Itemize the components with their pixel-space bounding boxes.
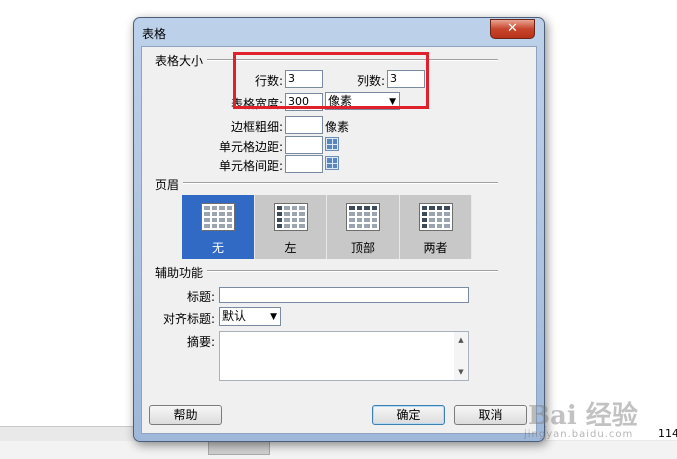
header-option-label: 顶部 (350, 241, 375, 255)
table-top-header-icon (346, 203, 380, 231)
cancel-button[interactable]: 取消 (454, 405, 527, 425)
background-tab[interactable] (208, 441, 270, 455)
close-button[interactable]: ✕ (490, 19, 535, 39)
baidu-watermark-logo: Bai 经验 (528, 401, 638, 431)
section-divider-accessibility (205, 270, 498, 272)
border-input[interactable] (285, 116, 323, 134)
section-title-size: 表格大小 (155, 52, 208, 69)
padding-input[interactable] (285, 136, 323, 154)
caption-label: 标题: (187, 290, 216, 304)
section-divider-header (183, 182, 498, 184)
header-option-left[interactable]: 左 (254, 195, 327, 259)
close-icon: ✕ (507, 21, 518, 36)
dialog-title: 表格 (142, 27, 167, 41)
header-option-top[interactable]: 顶部 (327, 195, 400, 259)
help-button[interactable]: 帮助 (149, 405, 222, 425)
header-option-label: 左 (284, 241, 297, 255)
watermark-url: jingyan.baidu.com (524, 429, 634, 440)
table-both-header-icon (418, 203, 453, 231)
summary-textarea[interactable]: ▲ ▼ (219, 331, 469, 381)
status-number: 114 (658, 427, 677, 440)
border-label: 边框粗细: (231, 120, 284, 134)
align-caption-label: 对齐标题: (163, 312, 216, 326)
table-left-header-icon (273, 203, 308, 231)
summary-scrollbar[interactable]: ▲ ▼ (454, 332, 468, 380)
ok-button[interactable]: 确定 (372, 405, 445, 425)
header-option-label: 两者 (423, 241, 448, 255)
spacing-grid-icon (325, 156, 339, 170)
header-option-both[interactable]: 两者 (399, 195, 472, 259)
caption-input[interactable] (219, 287, 469, 303)
padding-grid-icon (325, 137, 339, 151)
align-caption-select[interactable]: 默认 ▼ (219, 307, 281, 326)
red-highlight-box (233, 52, 429, 109)
summary-label: 摘要: (187, 335, 216, 349)
background-bottom-bar (0, 441, 677, 459)
header-options: 无 左 顶部 两者 (182, 195, 472, 259)
header-option-none[interactable]: 无 (182, 195, 255, 259)
padding-label: 单元格边距: (219, 140, 284, 154)
chevron-down-icon: ▼ (270, 312, 277, 322)
header-option-label: 无 (211, 241, 224, 255)
dialog-titlebar[interactable]: 表格 ✕ (134, 18, 544, 46)
scroll-up-icon[interactable]: ▲ (454, 336, 468, 344)
spacing-input[interactable] (285, 155, 323, 173)
section-title-header: 页眉 (155, 176, 184, 193)
table-none-icon (201, 203, 235, 231)
align-caption-value: 默认 (222, 309, 247, 323)
border-unit: 像素 (325, 120, 350, 134)
section-title-accessibility: 辅助功能 (155, 264, 208, 281)
scroll-down-icon[interactable]: ▼ (454, 368, 468, 376)
spacing-label: 单元格间距: (219, 159, 284, 173)
